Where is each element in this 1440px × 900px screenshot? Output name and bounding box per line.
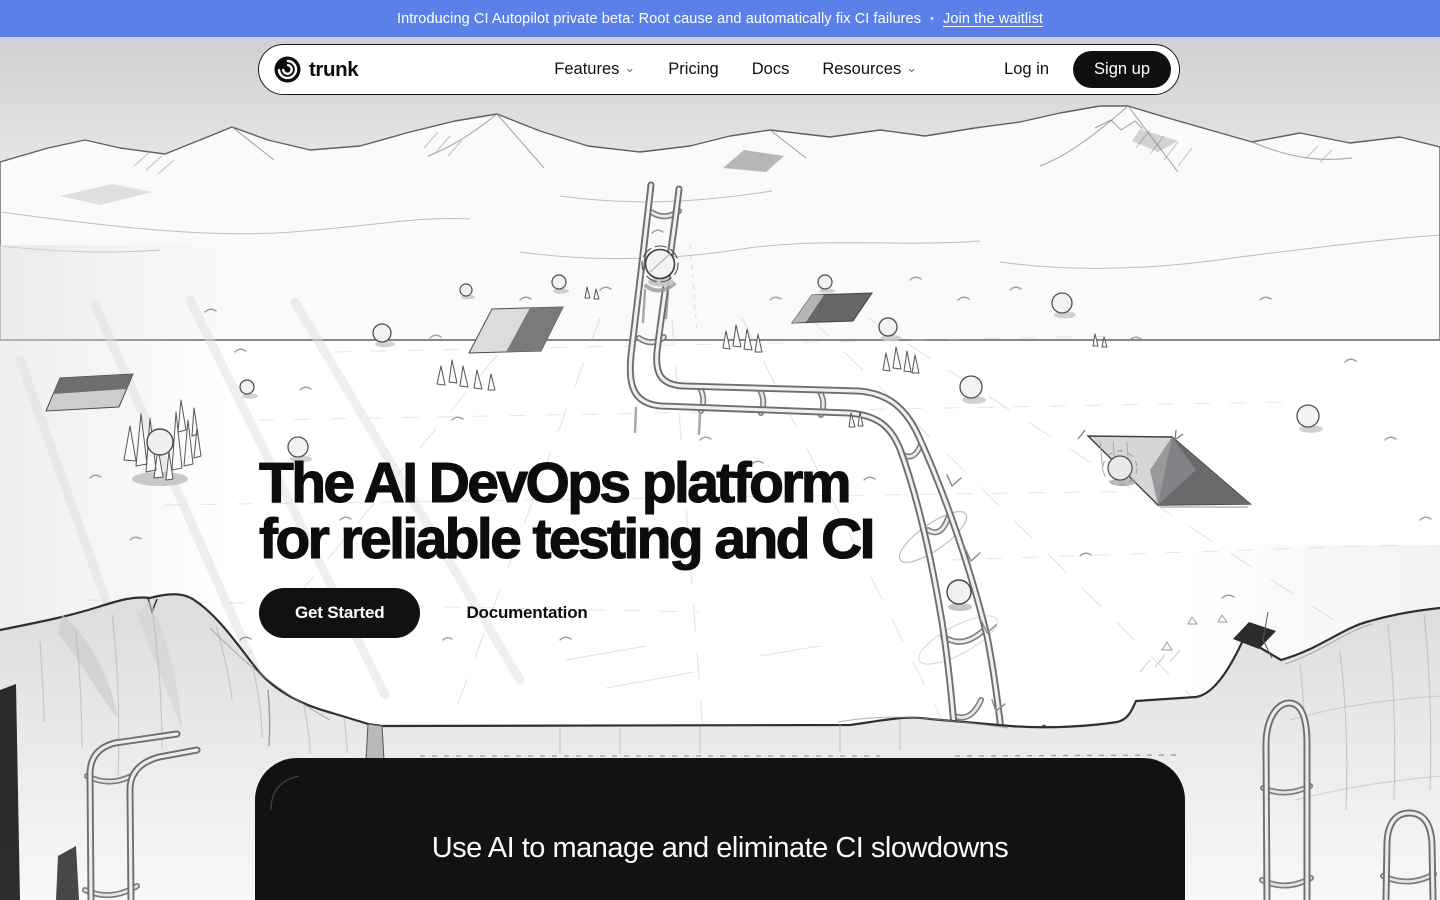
navbar: trunk Features ⌄ Pricing Docs Resources …: [258, 44, 1180, 95]
hero-headline: The AI DevOps platform for reliable test…: [259, 455, 873, 567]
nav-auth: Log in Sign up: [1004, 51, 1171, 88]
banner-separator: •: [930, 13, 934, 25]
nav-item-label: Docs: [752, 60, 790, 79]
logo-text: trunk: [309, 58, 358, 82]
documentation-link[interactable]: Documentation: [466, 603, 587, 623]
chevron-down-icon: ⌄: [624, 61, 635, 74]
card-corner-sketch-icon: [265, 768, 311, 814]
headline-line-1: The AI DevOps platform: [259, 455, 873, 511]
login-link[interactable]: Log in: [1004, 60, 1049, 79]
chevron-down-icon: ⌄: [906, 61, 917, 74]
nav-item-features[interactable]: Features ⌄: [554, 60, 635, 79]
get-started-button[interactable]: Get Started: [259, 588, 420, 638]
nav-item-resources[interactable]: Resources ⌄: [822, 60, 917, 79]
nav-item-pricing[interactable]: Pricing: [668, 60, 718, 79]
feature-card: Use AI to manage and eliminate CI slowdo…: [255, 758, 1185, 900]
feature-card-title: Use AI to manage and eliminate CI slowdo…: [432, 832, 1009, 900]
hero-section: The AI DevOps platform for reliable test…: [259, 455, 873, 638]
waitlist-link[interactable]: Join the waitlist: [943, 11, 1043, 27]
nav-item-label: Resources: [822, 60, 901, 79]
banner-text: Introducing CI Autopilot private beta: R…: [397, 11, 921, 27]
headline-line-2: for reliable testing and CI: [259, 511, 873, 567]
trunk-logo-icon: [274, 56, 301, 83]
nav-item-label: Features: [554, 60, 619, 79]
nav-item-label: Pricing: [668, 60, 718, 79]
nav-item-docs[interactable]: Docs: [752, 60, 790, 79]
signup-button[interactable]: Sign up: [1073, 51, 1171, 88]
announcement-banner: Introducing CI Autopilot private beta: R…: [0, 0, 1440, 37]
cta-row: Get Started Documentation: [259, 588, 873, 638]
logo[interactable]: trunk: [274, 56, 358, 83]
nav-links: Features ⌄ Pricing Docs Resources ⌄: [554, 60, 917, 79]
